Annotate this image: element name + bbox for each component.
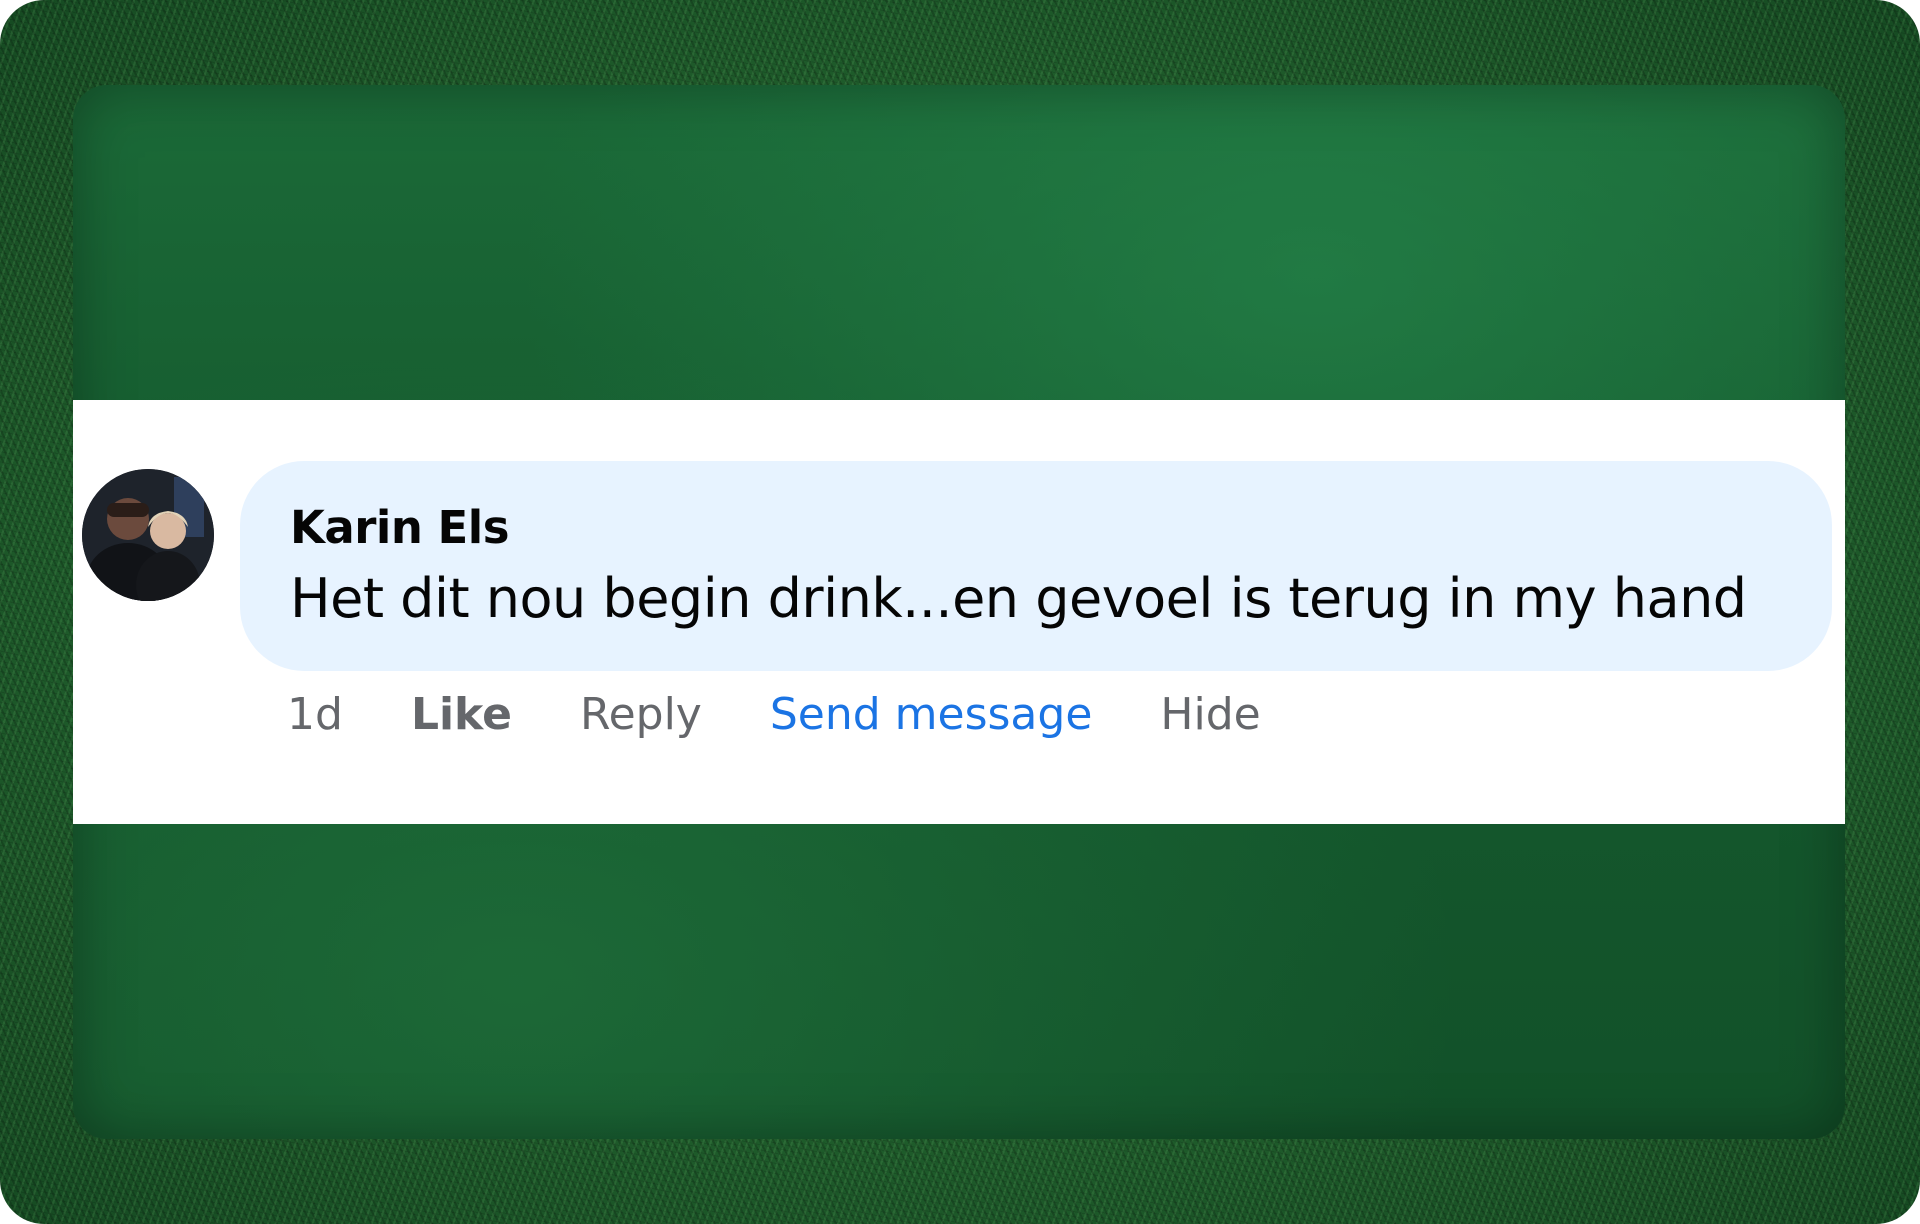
like-button[interactable]: Like [411,689,512,740]
avatar-photo-icon [82,469,214,601]
avatar[interactable] [82,469,214,601]
send-message-button[interactable]: Send message [770,689,1093,740]
comment-timestamp[interactable]: 1d [287,689,343,740]
reply-button[interactable]: Reply [580,689,702,740]
comment-bubble: Karin Els Het dit nou begin drink...en g… [240,461,1832,671]
hide-button[interactable]: Hide [1160,689,1260,740]
comment-author-name[interactable]: Karin Els [290,501,510,554]
comment-action-bar: 1d Like Reply Send message Hide [287,684,1261,744]
comment-text: Het dit nou begin drink...en gevoel is t… [290,567,1747,630]
